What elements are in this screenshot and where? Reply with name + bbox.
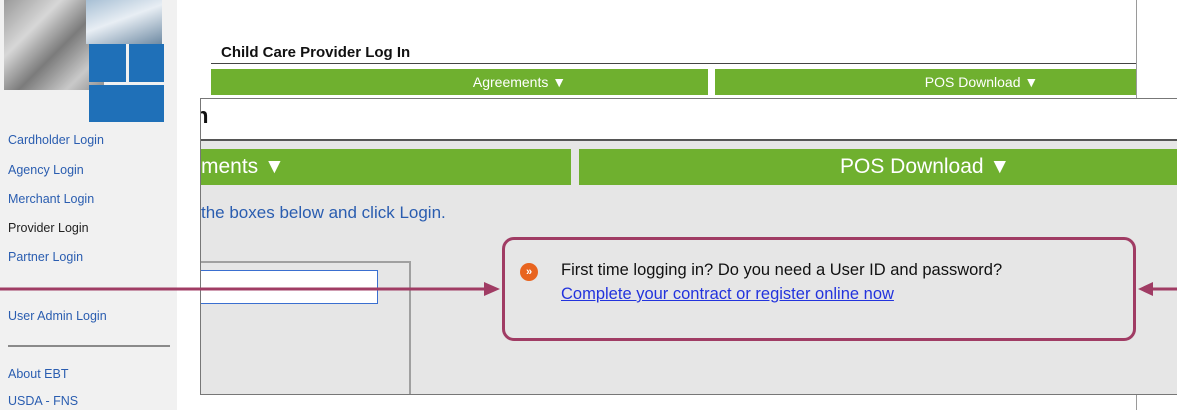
callout-arrows bbox=[0, 282, 1177, 296]
right-arrow-head-icon bbox=[1138, 282, 1153, 296]
left-arrow-head-icon bbox=[484, 282, 500, 296]
